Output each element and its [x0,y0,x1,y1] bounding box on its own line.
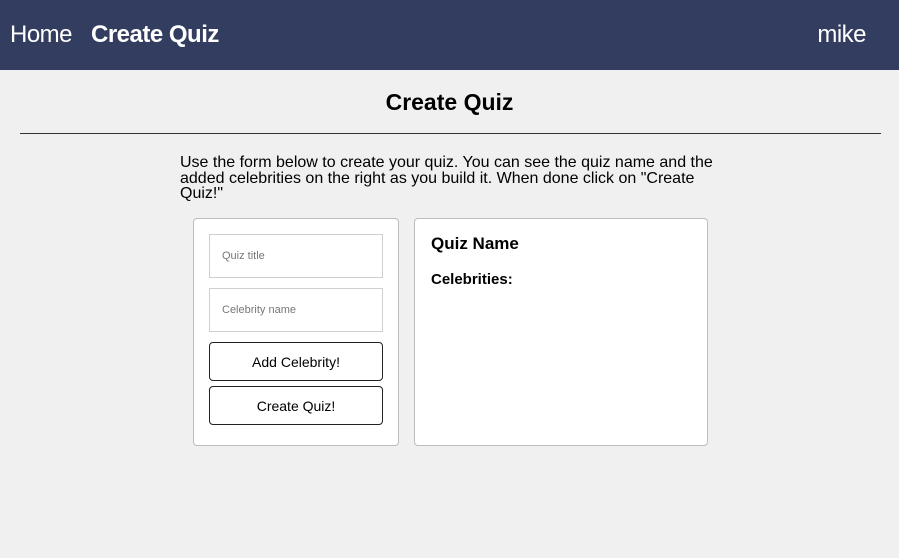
instructions-text: Use the form below to create your quiz. … [180,154,713,202]
quiz-preview-card: Quiz Name Celebrities: [414,218,708,446]
add-celebrity-button[interactable]: Add Celebrity! [209,342,383,381]
top-navbar: Home Create Quiz mike [0,0,899,70]
nav-create-quiz-link[interactable]: Create Quiz [91,20,219,50]
title-divider [20,133,881,134]
page-title: Create Quiz [385,89,514,115]
quiz-title-input[interactable] [209,234,383,278]
celebrity-name-input[interactable] [209,288,383,332]
preview-celebrities-label: Celebrities: [431,271,513,288]
preview-quiz-name: Quiz Name [431,234,519,253]
nav-user-link[interactable]: mike [817,20,866,50]
quiz-form-card: Add Celebrity! Create Quiz! [193,218,399,446]
create-quiz-button[interactable]: Create Quiz! [209,386,383,425]
nav-home-link[interactable]: Home [10,20,73,50]
